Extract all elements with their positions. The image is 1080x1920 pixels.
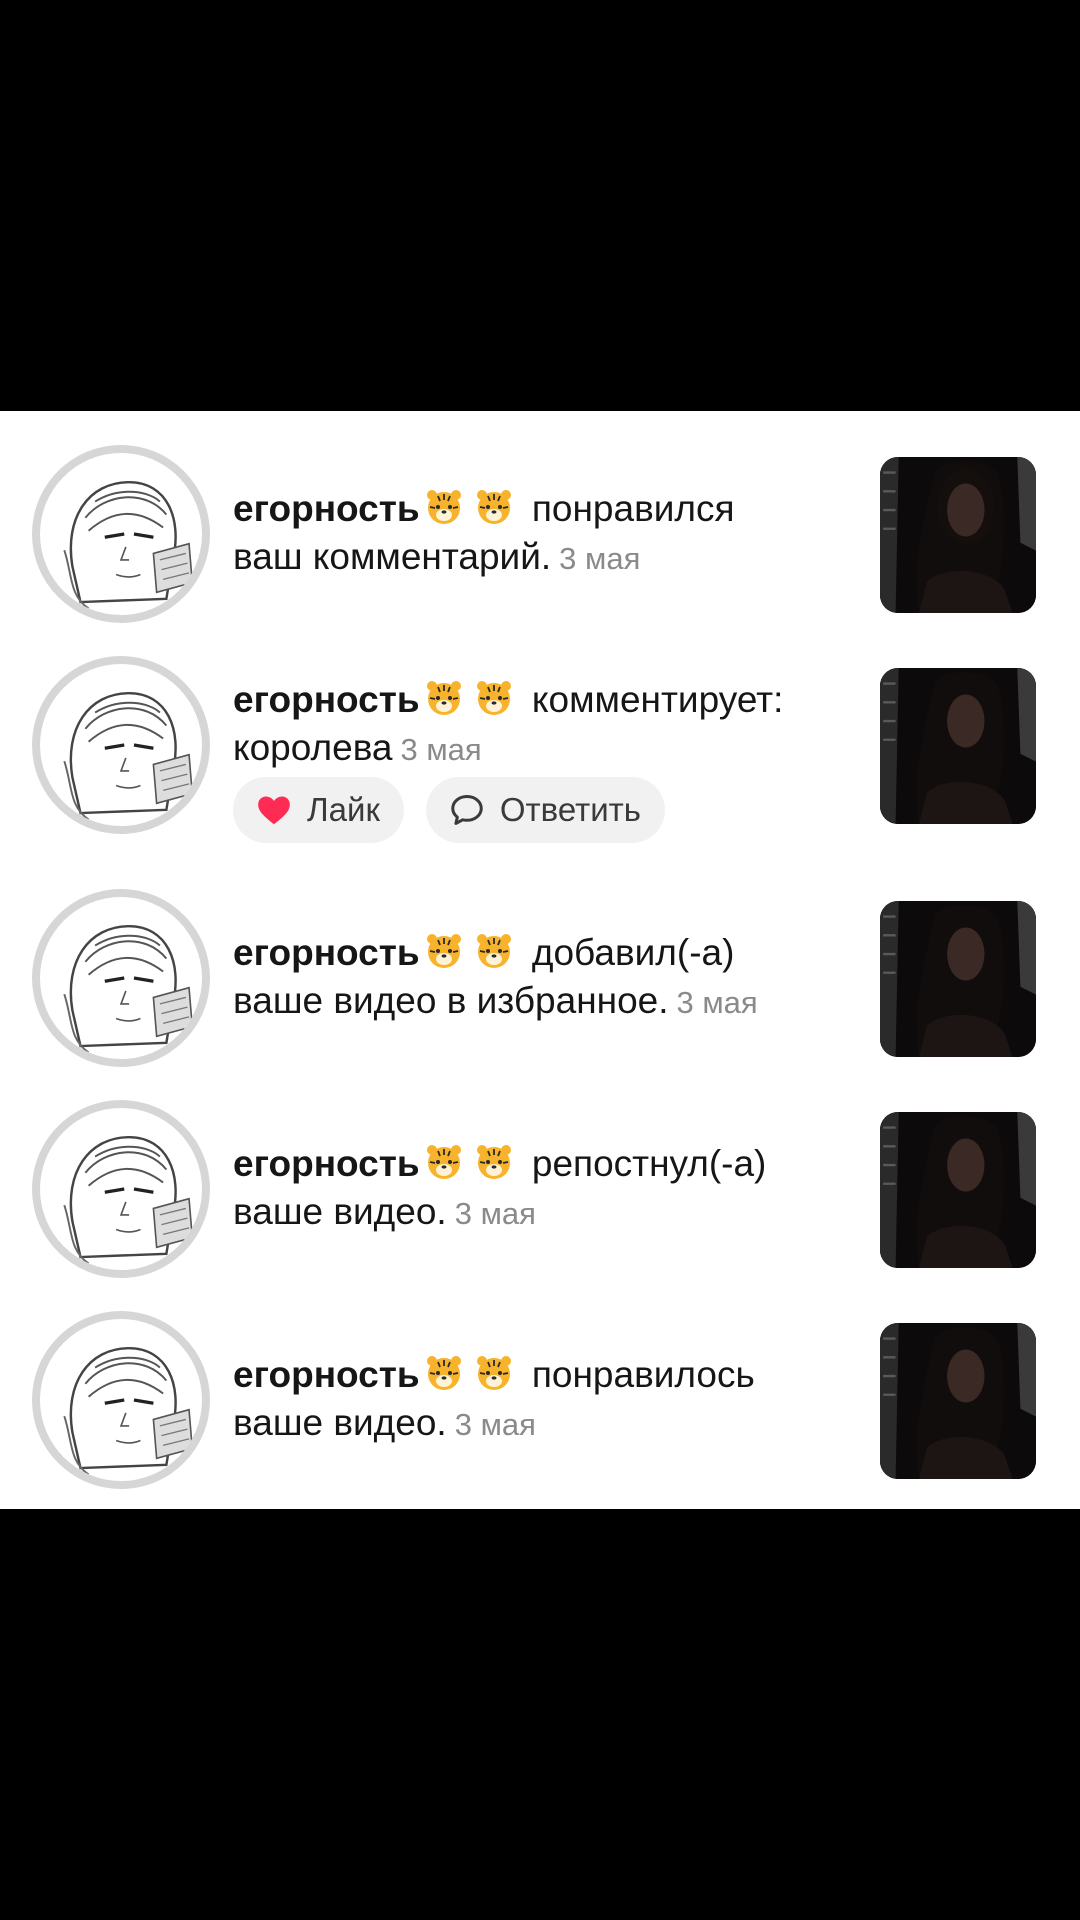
avatar[interactable] [32, 1311, 210, 1489]
action-text: ваше видео в избранное. [233, 980, 669, 1021]
tiger-face-emoji-icon [424, 1142, 464, 1182]
notification-text: егорность понравилось ваше видео. 3 мая [233, 1351, 843, 1449]
tiger-face-emoji-icon [424, 931, 464, 971]
action-text: ваше видео. [233, 1191, 447, 1232]
notification-item[interactable]: егорность понравилось ваше видео. 3 мая [0, 1311, 1080, 1491]
avatar[interactable] [32, 656, 210, 834]
action-text: репостнул(-а) [531, 1143, 767, 1184]
timestamp: 3 мая [676, 985, 758, 1020]
notification-item[interactable]: егорность репостнул(-а) ваше видео. 3 мая [0, 1100, 1080, 1280]
tiger-face-emoji-icon [424, 678, 464, 718]
notification-text: егорность добавил(-а) ваше видео в избра… [233, 929, 843, 1027]
notification-text: егорность репостнул(-а) ваше видео. 3 мая [233, 1140, 843, 1238]
timestamp: 3 мая [559, 541, 641, 576]
reply-button[interactable]: Ответить [425, 777, 665, 843]
avatar[interactable] [32, 1100, 210, 1278]
comment-actions: Лайк Ответить [233, 777, 665, 843]
tiger-face-emoji-icon [474, 931, 514, 971]
tiger-face-emoji-icon [474, 678, 514, 718]
video-thumbnail[interactable] [880, 668, 1036, 824]
tiger-face-emoji-icon [424, 1353, 464, 1393]
speech-bubble-icon [448, 791, 486, 829]
username[interactable]: егорность [233, 1143, 420, 1184]
notification-item[interactable]: егорность комментирует: королева 3 мая Ла… [0, 656, 1080, 866]
username[interactable]: егорность [233, 679, 420, 720]
action-text: понравился [531, 488, 735, 529]
notification-item[interactable]: егорность добавил(-а) ваше видео в избра… [0, 889, 1080, 1069]
avatar[interactable] [32, 889, 210, 1067]
like-label: Лайк [307, 791, 380, 828]
notification-item[interactable]: егорность понравился ваш комментарий. 3 м… [0, 445, 1080, 625]
notification-text: егорность комментирует: королева 3 мая [233, 676, 843, 774]
tiger-face-emoji-icon [424, 487, 464, 527]
video-thumbnail[interactable] [880, 1323, 1036, 1479]
like-button[interactable]: Лайк [233, 777, 404, 843]
video-thumbnail[interactable] [880, 457, 1036, 613]
tiger-face-emoji-icon [474, 1142, 514, 1182]
action-text: ваш комментарий. [233, 536, 552, 577]
video-thumbnail[interactable] [880, 901, 1036, 1057]
reply-label: Ответить [499, 791, 641, 828]
timestamp: 3 мая [454, 1407, 536, 1442]
action-text: комментирует: [531, 679, 784, 720]
username[interactable]: егорность [233, 1354, 420, 1395]
video-thumbnail[interactable] [880, 1112, 1036, 1268]
notifications-panel: егорность понравился ваш комментарий. 3 м… [0, 411, 1080, 1509]
timestamp: 3 мая [454, 1196, 536, 1231]
action-text: добавил(-а) [531, 932, 735, 973]
action-text: ваше видео. [233, 1402, 447, 1443]
comment-text: королева [233, 727, 393, 768]
avatar[interactable] [32, 445, 210, 623]
username[interactable]: егорность [233, 488, 420, 529]
heart-icon [255, 791, 293, 829]
notification-text: егорность понравился ваш комментарий. 3 м… [233, 485, 843, 583]
tiger-face-emoji-icon [474, 487, 514, 527]
username[interactable]: егорность [233, 932, 420, 973]
timestamp: 3 мая [400, 732, 482, 767]
tiger-face-emoji-icon [474, 1353, 514, 1393]
action-text: понравилось [531, 1354, 755, 1395]
